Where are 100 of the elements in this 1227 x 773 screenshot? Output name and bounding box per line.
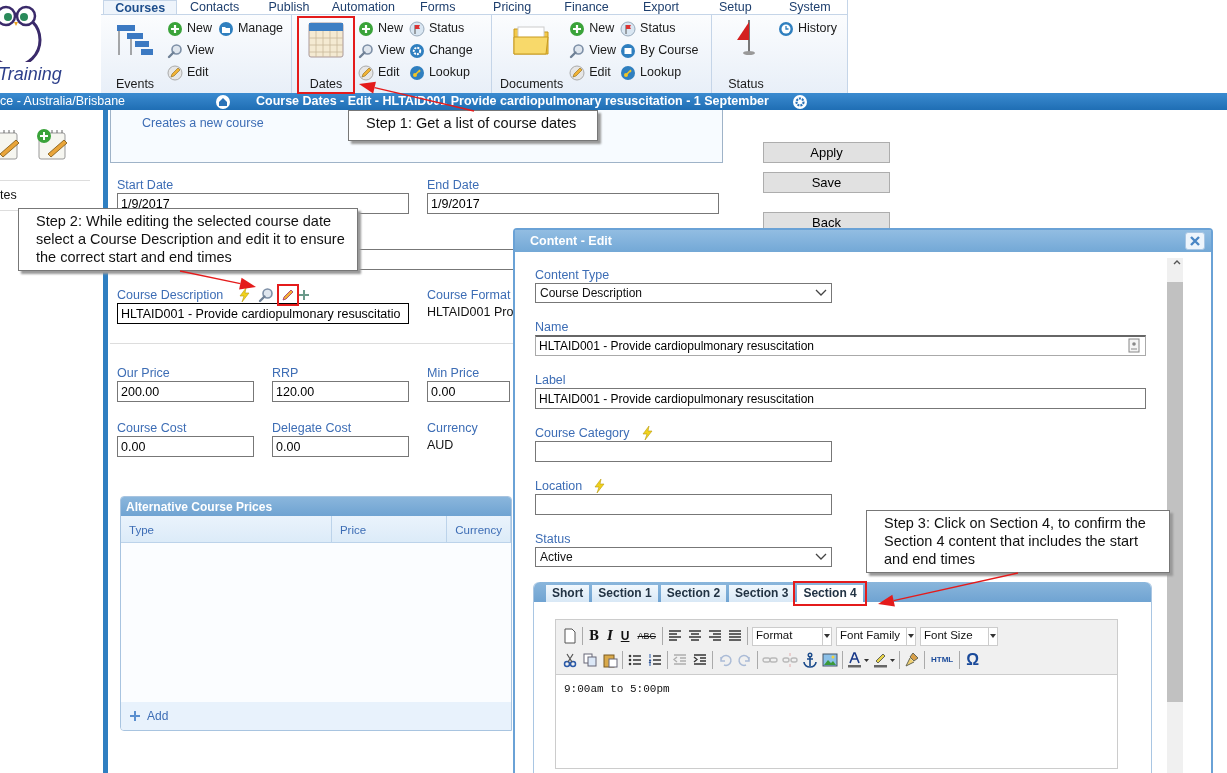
ribbon-button[interactable]: Documents — [498, 17, 566, 93]
input-field[interactable] — [535, 494, 832, 515]
ribbon-tab[interactable]: System — [772, 0, 847, 14]
ribbon-tab[interactable]: Setup — [698, 0, 773, 14]
anchor-icon[interactable] — [802, 652, 818, 668]
brush-icon[interactable] — [904, 652, 920, 668]
ribbon-item[interactable]: By Course — [620, 41, 699, 60]
ribbon-tab[interactable]: Courses — [103, 0, 178, 14]
ribbon-item[interactable]: Edit — [569, 63, 617, 82]
input-field[interactable]: 120.00 — [272, 381, 409, 402]
ribbon-tab[interactable]: Contacts — [177, 0, 252, 14]
justify-icon[interactable] — [726, 628, 743, 644]
text-color-icon[interactable] — [847, 652, 869, 668]
ribbon-button[interactable]: Events — [107, 17, 163, 93]
select-field[interactable]: Course Description — [535, 283, 832, 303]
copy-icon[interactable] — [582, 652, 598, 668]
plus-icon[interactable] — [298, 289, 311, 301]
ribbon-item[interactable]: Manage — [217, 19, 284, 38]
ribbon-item[interactable]: View — [358, 41, 405, 60]
highlight-icon[interactable] — [873, 652, 895, 668]
action-button[interactable]: Apply — [763, 142, 890, 163]
field-label: Delegate Cost — [272, 420, 353, 436]
ribbon-item[interactable]: New — [167, 19, 214, 38]
input-field[interactable]: HLTAID001 - Provide cardiopulmonary resuscitation — [535, 335, 1146, 356]
ribbon-tab[interactable]: Pricing — [475, 0, 550, 14]
ribbon-item[interactable]: Status — [620, 19, 699, 38]
align-right-icon[interactable] — [706, 628, 723, 644]
html-button[interactable]: HTML — [929, 652, 956, 668]
input-field[interactable] — [535, 441, 832, 462]
action-button[interactable]: Save — [763, 172, 890, 193]
input-field[interactable]: 200.00 — [117, 381, 254, 402]
ribbon-item[interactable]: Status — [408, 19, 473, 38]
flag-icon — [408, 20, 425, 37]
align-left-icon[interactable] — [666, 628, 683, 644]
toolbar-dropdown[interactable]: Format — [751, 626, 832, 646]
editor-tab[interactable]: Section 1 — [592, 585, 658, 602]
close-button[interactable] — [1185, 232, 1205, 250]
select-field[interactable]: Active — [535, 547, 832, 567]
search-icon — [358, 42, 374, 59]
ribbon-item[interactable]: Edit — [358, 63, 405, 82]
flag-icon — [736, 19, 756, 56]
field-label: Course Format — [427, 287, 512, 303]
ribbon-item[interactable]: Lookup — [408, 63, 473, 82]
italic-button[interactable]: I — [605, 628, 615, 644]
ribbon-tab[interactable]: Automation — [326, 0, 401, 14]
contact-card-icon[interactable] — [1128, 338, 1140, 353]
bold-button[interactable]: B — [587, 628, 602, 644]
underline-button[interactable]: U — [618, 628, 632, 644]
input-field[interactable]: 1/9/2017 — [427, 193, 719, 214]
input-field[interactable]: 0.00 — [427, 381, 510, 402]
chevron-down-icon — [815, 289, 827, 297]
home-icon[interactable] — [216, 94, 230, 109]
ribbon-item[interactable]: Edit — [167, 63, 214, 82]
toolbar-dropdown[interactable]: Font Family — [835, 626, 916, 646]
plus-icon — [167, 20, 183, 37]
field-label: Currency — [427, 420, 478, 436]
special-character-button[interactable]: Ω — [964, 652, 982, 668]
ribbon-tab[interactable]: Export — [623, 0, 699, 14]
ribbon-item[interactable]: View — [167, 41, 214, 60]
editor-tab[interactable]: Short — [546, 585, 590, 602]
callout-tooltip: Step 3: Click on Section 4, to confirm the Section 4 content that includes the start and end times — [866, 510, 1170, 573]
scissors-icon[interactable] — [562, 652, 578, 668]
bullet-list-icon[interactable] — [627, 652, 643, 668]
new-document-icon[interactable] — [562, 628, 578, 644]
ribbon-tab[interactable]: Publish — [251, 0, 327, 14]
input-field[interactable]: 0.00 — [117, 436, 254, 457]
settings-icon[interactable] — [792, 94, 807, 109]
ribbon-tab[interactable]: Finance — [549, 0, 624, 14]
ribbon-button[interactable]: Dates — [298, 17, 354, 93]
notepad-add-icon[interactable] — [36, 128, 68, 162]
calendar-icon — [620, 42, 637, 59]
column-header: Price — [331, 516, 448, 542]
indent-icon[interactable] — [692, 652, 708, 668]
field-value: AUD — [427, 437, 455, 454]
toolbar-dropdown[interactable]: Font Size — [919, 626, 998, 646]
editor-tab[interactable]: Section 2 — [660, 585, 727, 602]
ribbon-button[interactable]: Status — [718, 17, 774, 93]
strikethrough-button[interactable]: ABC — [635, 628, 658, 644]
ribbon-item[interactable]: New — [569, 19, 617, 38]
add-button[interactable]: Add — [129, 708, 169, 724]
callout-tooltip: Step 1: Get a list of course dates — [348, 110, 598, 141]
editor-tab[interactable]: Section 3 — [729, 585, 795, 602]
paste-icon[interactable] — [602, 652, 618, 668]
scrollbar[interactable] — [1167, 258, 1183, 773]
picture-icon[interactable] — [822, 652, 838, 668]
ribbon-item[interactable]: Lookup — [620, 63, 699, 82]
field-label: Name — [535, 319, 569, 335]
input-field[interactable]: HLTAID001 - Provide cardiopulmonary resuscitation — [535, 388, 1146, 409]
numbered-list-icon[interactable] — [647, 652, 663, 668]
ribbon-item[interactable]: Change — [408, 41, 473, 60]
input-field[interactable]: HLTAID001 - Provide cardiopulmonary resuscitatio — [117, 303, 409, 324]
ribbon-item[interactable]: History — [778, 19, 837, 38]
field-label: Label — [535, 372, 566, 388]
ribbon-item[interactable]: New — [358, 19, 405, 38]
search-icon[interactable] — [258, 287, 275, 303]
ribbon-tab[interactable]: Forms — [400, 0, 475, 14]
ribbon-item[interactable]: View — [569, 41, 617, 60]
edit-pencil-icon[interactable] — [278, 285, 299, 305]
align-center-icon[interactable] — [686, 628, 703, 644]
input-field[interactable]: 0.00 — [272, 436, 409, 457]
